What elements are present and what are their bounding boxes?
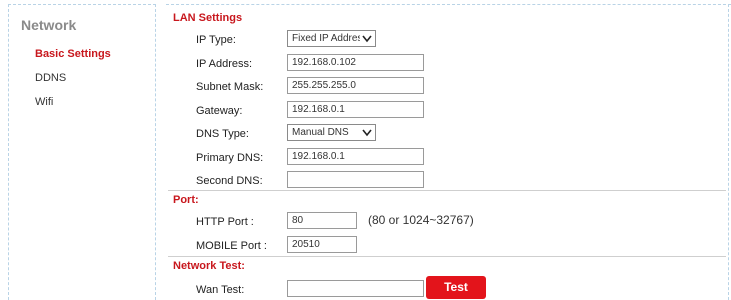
lan-settings-heading: LAN Settings	[173, 12, 243, 24]
sidebar: Network Basic Settings DDNS Wifi	[8, 4, 156, 300]
dns-type-select[interactable]: Manual DNS	[287, 124, 376, 141]
gateway-input[interactable]: 192.168.0.1	[287, 101, 424, 118]
top-divider	[166, 4, 731, 5]
http-port-hint: (80 or 1024~32767)	[368, 213, 474, 227]
wan-test-input[interactable]	[287, 280, 424, 297]
second-dns-label: Second DNS:	[196, 175, 263, 187]
ip-type-select[interactable]: Fixed IP Address	[287, 30, 376, 47]
dns-type-value: Manual DNS	[292, 127, 349, 138]
http-port-input[interactable]: 80	[287, 212, 357, 229]
dns-type-label: DNS Type:	[196, 128, 249, 140]
ip-type-value: Fixed IP Address	[292, 33, 360, 44]
sidebar-title: Network	[21, 17, 77, 33]
sidebar-item-wifi[interactable]: Wifi	[35, 96, 53, 108]
ip-address-label: IP Address:	[196, 58, 253, 70]
primary-dns-label: Primary DNS:	[196, 152, 264, 164]
section-divider	[168, 190, 726, 191]
ip-type-label: IP Type:	[196, 34, 236, 46]
main-panel: LAN Settings IP Type: Fixed IP Address I…	[166, 4, 731, 300]
sidebar-item-ddns[interactable]: DDNS	[35, 72, 66, 84]
chevron-down-icon	[362, 34, 372, 43]
sidebar-item-basic-settings[interactable]: Basic Settings	[35, 48, 111, 60]
primary-dns-input[interactable]: 192.168.0.1	[287, 148, 424, 165]
subnet-mask-input[interactable]: 255.255.255.0	[287, 77, 424, 94]
network-test-heading: Network Test:	[173, 260, 245, 272]
chevron-down-icon	[362, 128, 372, 137]
section-divider	[168, 256, 726, 257]
mobile-port-input[interactable]: 20510	[287, 236, 357, 253]
gateway-label: Gateway:	[196, 105, 243, 117]
ip-address-input[interactable]: 192.168.0.102	[287, 54, 424, 71]
http-port-label: HTTP Port :	[196, 216, 254, 228]
test-button[interactable]: Test	[426, 276, 486, 299]
subnet-mask-label: Subnet Mask:	[196, 81, 264, 93]
port-heading: Port:	[173, 194, 199, 206]
second-dns-input[interactable]	[287, 171, 424, 188]
wan-test-label: Wan Test:	[196, 284, 245, 296]
right-divider	[728, 4, 729, 300]
mobile-port-label: MOBILE Port :	[196, 240, 267, 252]
